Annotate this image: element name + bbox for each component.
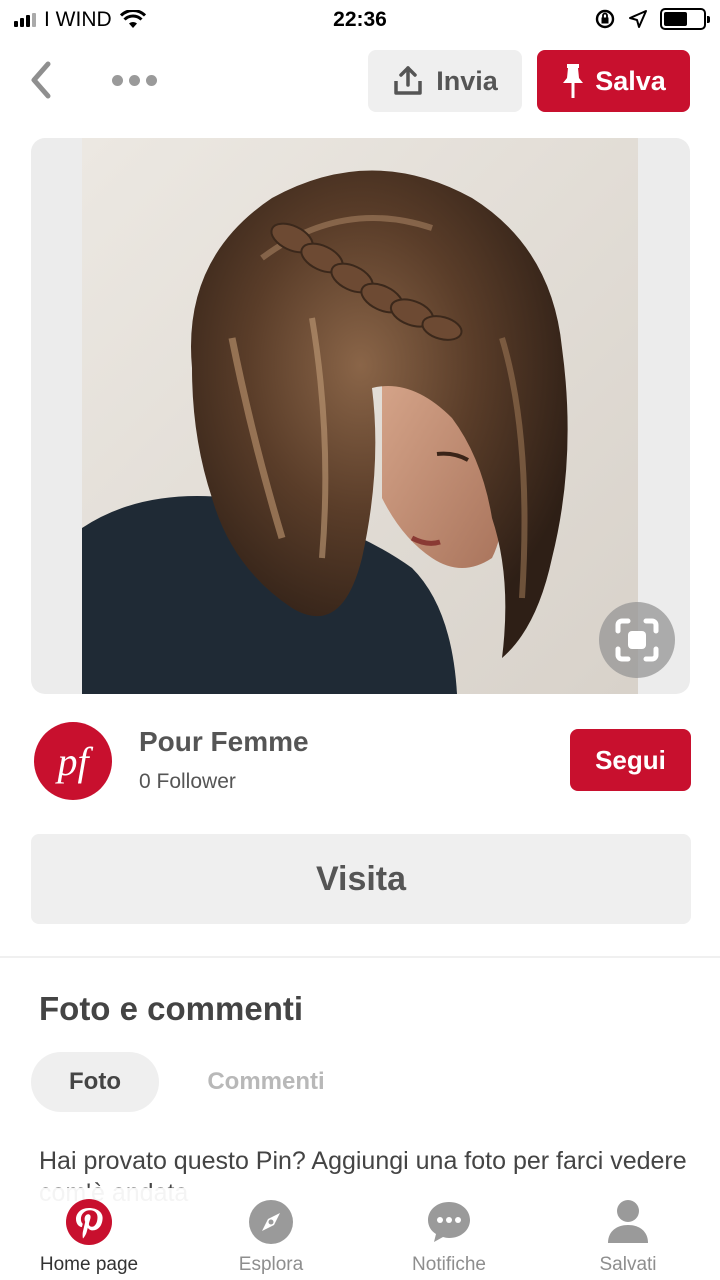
nav-notifications[interactable]: Notifiche (374, 1198, 524, 1276)
author-name[interactable]: Pour Femme (139, 726, 309, 758)
back-button[interactable] (24, 60, 60, 100)
battery-fill (664, 12, 687, 26)
nav-home-label: Home page (39, 1254, 139, 1275)
visual-search-button[interactable] (599, 602, 675, 678)
nav-saved[interactable]: Salvati (553, 1198, 703, 1276)
tab-photos[interactable]: Foto (31, 1052, 159, 1112)
dot-icon (146, 74, 157, 86)
nav-explore[interactable]: Esplora (196, 1198, 346, 1276)
orientation-lock-icon (595, 9, 615, 29)
dot-icon (129, 74, 140, 86)
chevron-left-icon (31, 61, 51, 99)
author-avatar[interactable]: pf (34, 722, 112, 800)
hairstyle-photo (82, 138, 638, 694)
pin-toolbar: Invia Salva (0, 48, 720, 114)
bottom-navigation: Home page Esplora Notifiche Salvati (0, 1188, 720, 1280)
section-divider (0, 956, 720, 958)
compass-icon (249, 1200, 293, 1244)
dot-icon (112, 74, 123, 86)
follow-button[interactable]: Segui (570, 729, 691, 791)
battery-icon (660, 8, 710, 30)
status-right (594, 8, 710, 30)
nav-explore-label: Esplora (238, 1254, 304, 1275)
tab-comments[interactable]: Commenti (186, 1052, 346, 1112)
pushpin-icon (563, 64, 584, 98)
person-icon (608, 1200, 648, 1243)
nav-saved-label: Salvati (599, 1254, 657, 1275)
pin-image[interactable] (31, 138, 690, 694)
pin-photo (82, 138, 638, 694)
share-label: Invia (436, 65, 498, 96)
nav-home[interactable]: Home page (14, 1198, 164, 1276)
section-title: Foto e commenti (39, 990, 304, 1027)
visit-button[interactable]: Visita (31, 834, 691, 924)
save-label: Salva (595, 65, 666, 96)
save-button[interactable]: Salva (537, 50, 690, 112)
nav-notifications-label: Notifiche (412, 1254, 486, 1275)
status-bar: I WIND 22:36 (0, 0, 720, 40)
share-button[interactable]: Invia (368, 50, 522, 112)
speech-bubble-icon (428, 1202, 470, 1242)
lens-icon (615, 618, 659, 662)
follower-count: 0 Follower (139, 770, 236, 793)
upload-icon (394, 66, 422, 95)
location-arrow-icon (629, 10, 647, 28)
pinterest-logo-icon (66, 1199, 112, 1245)
more-options-button[interactable] (112, 64, 162, 96)
avatar-initials: pf (57, 738, 89, 784)
